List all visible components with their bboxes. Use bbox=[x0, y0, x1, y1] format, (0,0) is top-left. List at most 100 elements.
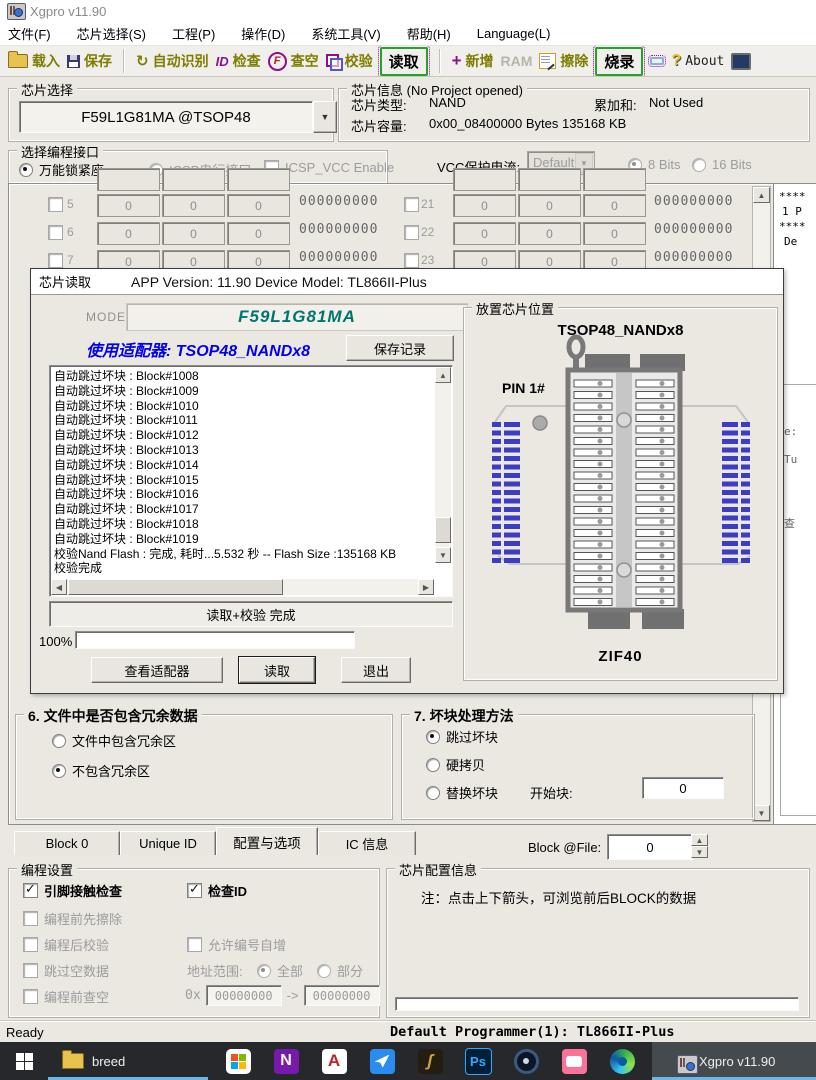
start-block-field[interactable]: 0 bbox=[642, 777, 724, 799]
pin-field bbox=[162, 168, 225, 191]
view-adapter-button[interactable]: 查看适配器 bbox=[91, 657, 223, 683]
scrollbar-thumb[interactable] bbox=[68, 579, 283, 595]
chip-test-button[interactable] bbox=[650, 57, 664, 65]
menu-bar: 文件(F) 芯片选择(S) 工程(P) 操作(D) 系统工具(V) 帮助(H) … bbox=[0, 22, 816, 45]
save-log-button[interactable]: 保存记录 bbox=[346, 335, 454, 361]
pin-value-field[interactable]: 0 bbox=[227, 222, 290, 245]
start-block-label: 开始块: bbox=[530, 783, 573, 802]
spin-down-icon[interactable]: ▼ bbox=[691, 846, 708, 858]
chip-select-combobox[interactable]: F59L1G81MA @TSOP48 bbox=[19, 101, 313, 133]
open-folder-icon bbox=[8, 54, 28, 68]
pin-value-field[interactable]: 0 bbox=[162, 194, 225, 217]
scroll-left-icon[interactable]: ◀ bbox=[51, 579, 67, 595]
menu-file[interactable]: 文件(F) bbox=[8, 24, 51, 43]
log-vertical-scrollbar[interactable]: ▲ ▼ bbox=[435, 367, 451, 563]
pin-row-checkbox[interactable] bbox=[48, 253, 63, 268]
taskbar-onenote-button[interactable]: N bbox=[264, 1042, 308, 1080]
taskbar-photoshop-button[interactable]: Ps bbox=[456, 1042, 500, 1080]
scroll-down-icon[interactable]: ▼ bbox=[753, 805, 770, 821]
pin-value-field[interactable]: 0 bbox=[453, 222, 516, 245]
taskbar-xgpro-button[interactable]: Xgpro v11.90 bbox=[652, 1042, 816, 1080]
taskbar-folder-button[interactable]: breed bbox=[48, 1042, 208, 1080]
taskbar-lens-app-button[interactable] bbox=[504, 1042, 548, 1080]
block-at-file-field[interactable]: 0 bbox=[607, 834, 693, 860]
plus-icon: + bbox=[452, 51, 462, 71]
capacity-label: 芯片容量: bbox=[351, 116, 407, 135]
taskbar-bird-app-button[interactable] bbox=[360, 1042, 404, 1080]
load-button[interactable]: 载入 bbox=[8, 51, 60, 71]
taskbar-gold-app-button[interactable]: ʃ bbox=[408, 1042, 452, 1080]
menu-help[interactable]: 帮助(H) bbox=[407, 24, 451, 43]
read-log-listbox[interactable]: 自动跳过坏块 : Block#1008自动跳过坏块 : Block#1009 自… bbox=[49, 365, 453, 597]
pin-value-field[interactable]: 0 bbox=[518, 194, 581, 217]
read-button[interactable]: 读取 bbox=[239, 657, 315, 683]
replace-bad-block-radio[interactable]: 替换坏块 bbox=[426, 783, 498, 802]
chip-select-dropdown-button[interactable]: ▼ bbox=[313, 101, 337, 133]
socket-radio[interactable]: 万能锁紧座 bbox=[19, 160, 104, 179]
store-icon bbox=[226, 1049, 251, 1074]
menu-chip-select[interactable]: 芯片选择(S) bbox=[77, 24, 146, 43]
checkbox-icon bbox=[23, 963, 38, 978]
pin-row-checkbox[interactable] bbox=[48, 197, 63, 212]
pin-row-checkbox[interactable] bbox=[404, 197, 419, 212]
scroll-up-icon[interactable]: ▲ bbox=[435, 367, 451, 383]
erase-button[interactable]: 擦除 bbox=[539, 51, 588, 71]
about-button[interactable]: ?About bbox=[671, 52, 724, 70]
pin-value-field[interactable]: 0 bbox=[97, 222, 160, 245]
auto-detect-button[interactable]: ↻自动识别 bbox=[136, 51, 209, 71]
scroll-down-icon[interactable]: ▼ bbox=[435, 547, 451, 563]
taskbar-autocad-button[interactable]: A bbox=[312, 1042, 356, 1080]
log-fragment: 查 bbox=[784, 515, 795, 531]
verify-button[interactable]: 校验 bbox=[326, 51, 373, 71]
menu-project[interactable]: 工程(P) bbox=[172, 24, 215, 43]
redundant-without-radio[interactable]: 不包含冗余区 bbox=[52, 761, 150, 780]
spin-up-icon[interactable]: ▲ bbox=[691, 834, 708, 846]
taskbar-bilibili-button[interactable] bbox=[552, 1042, 596, 1080]
log-fragment: **** bbox=[779, 190, 806, 203]
pin-value-field[interactable]: 0 bbox=[227, 194, 290, 217]
zif-socket-graphic bbox=[470, 334, 770, 640]
logic-test-button[interactable] bbox=[731, 53, 751, 70]
exit-button[interactable]: 退出 bbox=[341, 657, 411, 683]
pin-value-field[interactable]: 0 bbox=[518, 222, 581, 245]
radio-icon bbox=[426, 730, 440, 744]
section6-group: 6. 文件中是否包含冗余数据 文件中包含冗余区 不包含冗余区 bbox=[15, 714, 393, 820]
chip-select-group-title: 芯片选择 bbox=[17, 80, 77, 99]
pin-row-checkbox[interactable] bbox=[404, 225, 419, 240]
taskbar-edge-button[interactable] bbox=[600, 1042, 644, 1080]
taskbar-store-button[interactable] bbox=[216, 1042, 260, 1080]
add-button[interactable]: +新增 bbox=[452, 51, 494, 71]
pin-value-field[interactable]: 0 bbox=[97, 194, 160, 217]
arrow-label: -> bbox=[287, 988, 299, 1003]
start-button[interactable] bbox=[0, 1042, 48, 1080]
erase-doc-icon bbox=[539, 53, 556, 69]
menu-language[interactable]: Language(L) bbox=[477, 26, 551, 41]
check-id-checkbox[interactable]: 检查ID bbox=[187, 881, 247, 900]
skip-bad-block-radio[interactable]: 跳过坏块 bbox=[426, 727, 498, 746]
redundant-with-radio[interactable]: 文件中包含冗余区 bbox=[52, 731, 176, 750]
tab-block0[interactable]: Block 0 bbox=[14, 831, 120, 855]
hard-copy-radio[interactable]: 硬拷贝 bbox=[426, 755, 485, 774]
log-horizontal-scrollbar[interactable]: ◀ ▶ bbox=[51, 579, 434, 595]
tab-unique-id[interactable]: Unique ID bbox=[120, 831, 216, 855]
blank-check-button[interactable]: F查空 bbox=[268, 51, 319, 71]
tab-ic-info[interactable]: IC 信息 bbox=[318, 831, 416, 855]
pin-row-checkbox[interactable] bbox=[404, 253, 419, 268]
menu-system-tools[interactable]: 系统工具(V) bbox=[311, 24, 380, 43]
menu-operation[interactable]: 操作(D) bbox=[241, 24, 285, 43]
burn-button[interactable]: 烧录 bbox=[595, 47, 643, 76]
pin-value-field[interactable]: 0 bbox=[583, 222, 646, 245]
pin-value-field[interactable]: 0 bbox=[162, 222, 225, 245]
scroll-right-icon[interactable]: ▶ bbox=[418, 579, 434, 595]
pin-row-checkbox[interactable] bbox=[48, 225, 63, 240]
read-button-toolbar[interactable]: 读取 bbox=[380, 47, 428, 76]
pin-check-checkbox[interactable]: 引脚接触检查 bbox=[23, 881, 122, 900]
scroll-up-icon[interactable]: ▲ bbox=[753, 187, 770, 203]
save-button[interactable]: 保存 bbox=[67, 51, 112, 71]
toolbar: 载入 保存 ↻自动识别 ID检查 F查空 校验 读取 +新增 RAM 擦除 烧录… bbox=[0, 45, 816, 77]
pin-value-field[interactable]: 0 bbox=[583, 194, 646, 217]
scrollbar-thumb[interactable] bbox=[435, 517, 451, 543]
tab-config-options[interactable]: 配置与选项 bbox=[216, 827, 318, 855]
pin-value-field[interactable]: 0 bbox=[453, 194, 516, 217]
check-id-button[interactable]: ID检查 bbox=[216, 51, 261, 71]
